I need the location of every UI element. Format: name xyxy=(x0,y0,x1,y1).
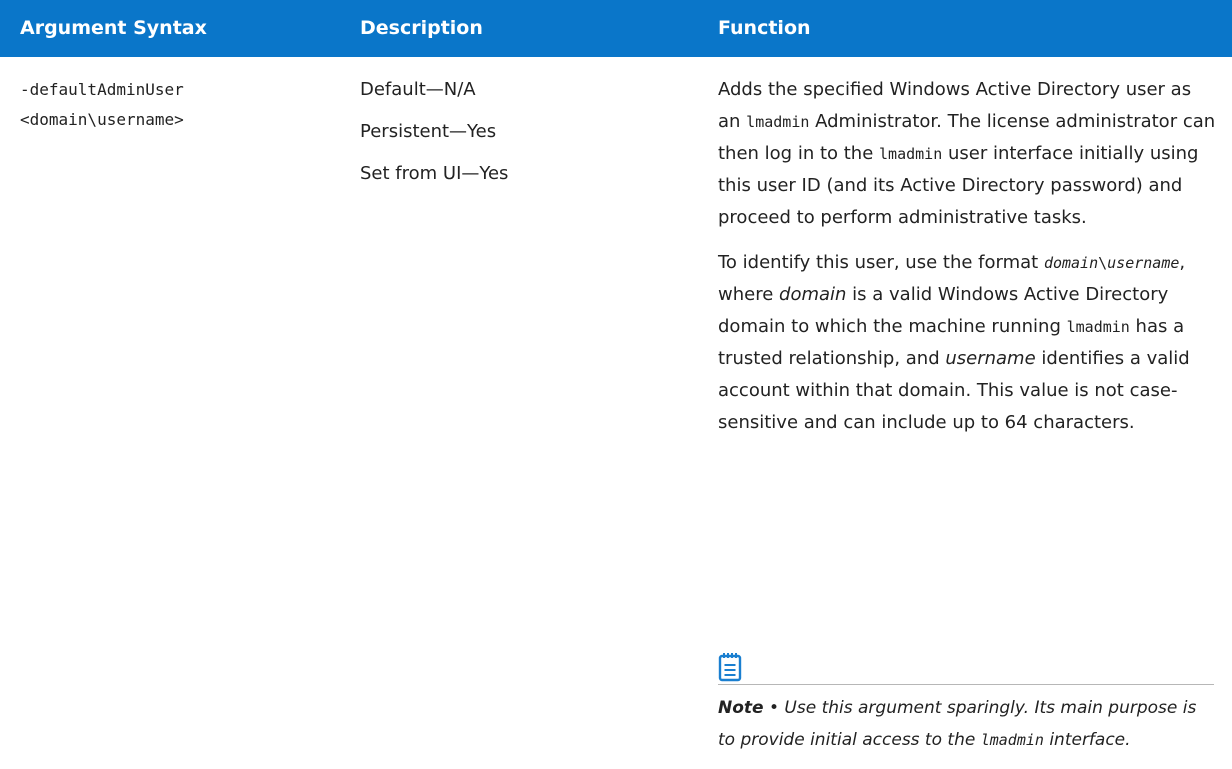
note-icon xyxy=(718,652,746,682)
description-default: Default—N/A xyxy=(360,79,476,100)
note-bullet: • xyxy=(763,698,785,718)
syntax-line-1: -defaultAdminUser xyxy=(20,80,184,99)
function-cell: Adds the specified Windows Active Direct… xyxy=(718,74,1218,439)
function-paragraph-2: To identify this user, use the format do… xyxy=(718,247,1218,439)
note-label: Note xyxy=(718,698,764,718)
table-header-row: Argument Syntax Description Function xyxy=(0,0,1232,57)
header-function: Function xyxy=(718,17,811,39)
syntax-line-2: <domain\username> xyxy=(20,110,184,129)
description-set-from-ui: Set from UI—Yes xyxy=(360,163,509,184)
header-description: Description xyxy=(360,17,483,39)
p2-code-separator: \ xyxy=(1098,254,1108,272)
p1-code-lmadmin-1: lmadmin xyxy=(746,113,810,131)
note-code-lmadmin: lmadmin xyxy=(980,731,1044,749)
p2-italic-username: username xyxy=(945,348,1036,369)
description-persistent: Persistent—Yes xyxy=(360,121,497,142)
argument-syntax-cell: -defaultAdminUser <domain\username> xyxy=(20,75,184,135)
p2-code-domain: domain xyxy=(1043,254,1099,272)
function-paragraph-1: Adds the specified Windows Active Direct… xyxy=(718,74,1218,234)
p2-italic-domain: domain xyxy=(779,284,847,305)
p2-text-a: To identify this user, use the format xyxy=(718,252,1044,273)
p2-code-username: username xyxy=(1107,254,1180,272)
p2-code-lmadmin: lmadmin xyxy=(1066,318,1130,336)
p1-code-lmadmin-2: lmadmin xyxy=(879,145,943,163)
header-argument-syntax: Argument Syntax xyxy=(20,17,207,39)
note-text: Note • Use this argument sparingly. Its … xyxy=(718,692,1218,756)
note-divider xyxy=(718,684,1214,685)
description-cell: Default—N/A Persistent—Yes Set from UI—Y… xyxy=(360,77,508,203)
note-text-b: interface. xyxy=(1043,730,1131,750)
